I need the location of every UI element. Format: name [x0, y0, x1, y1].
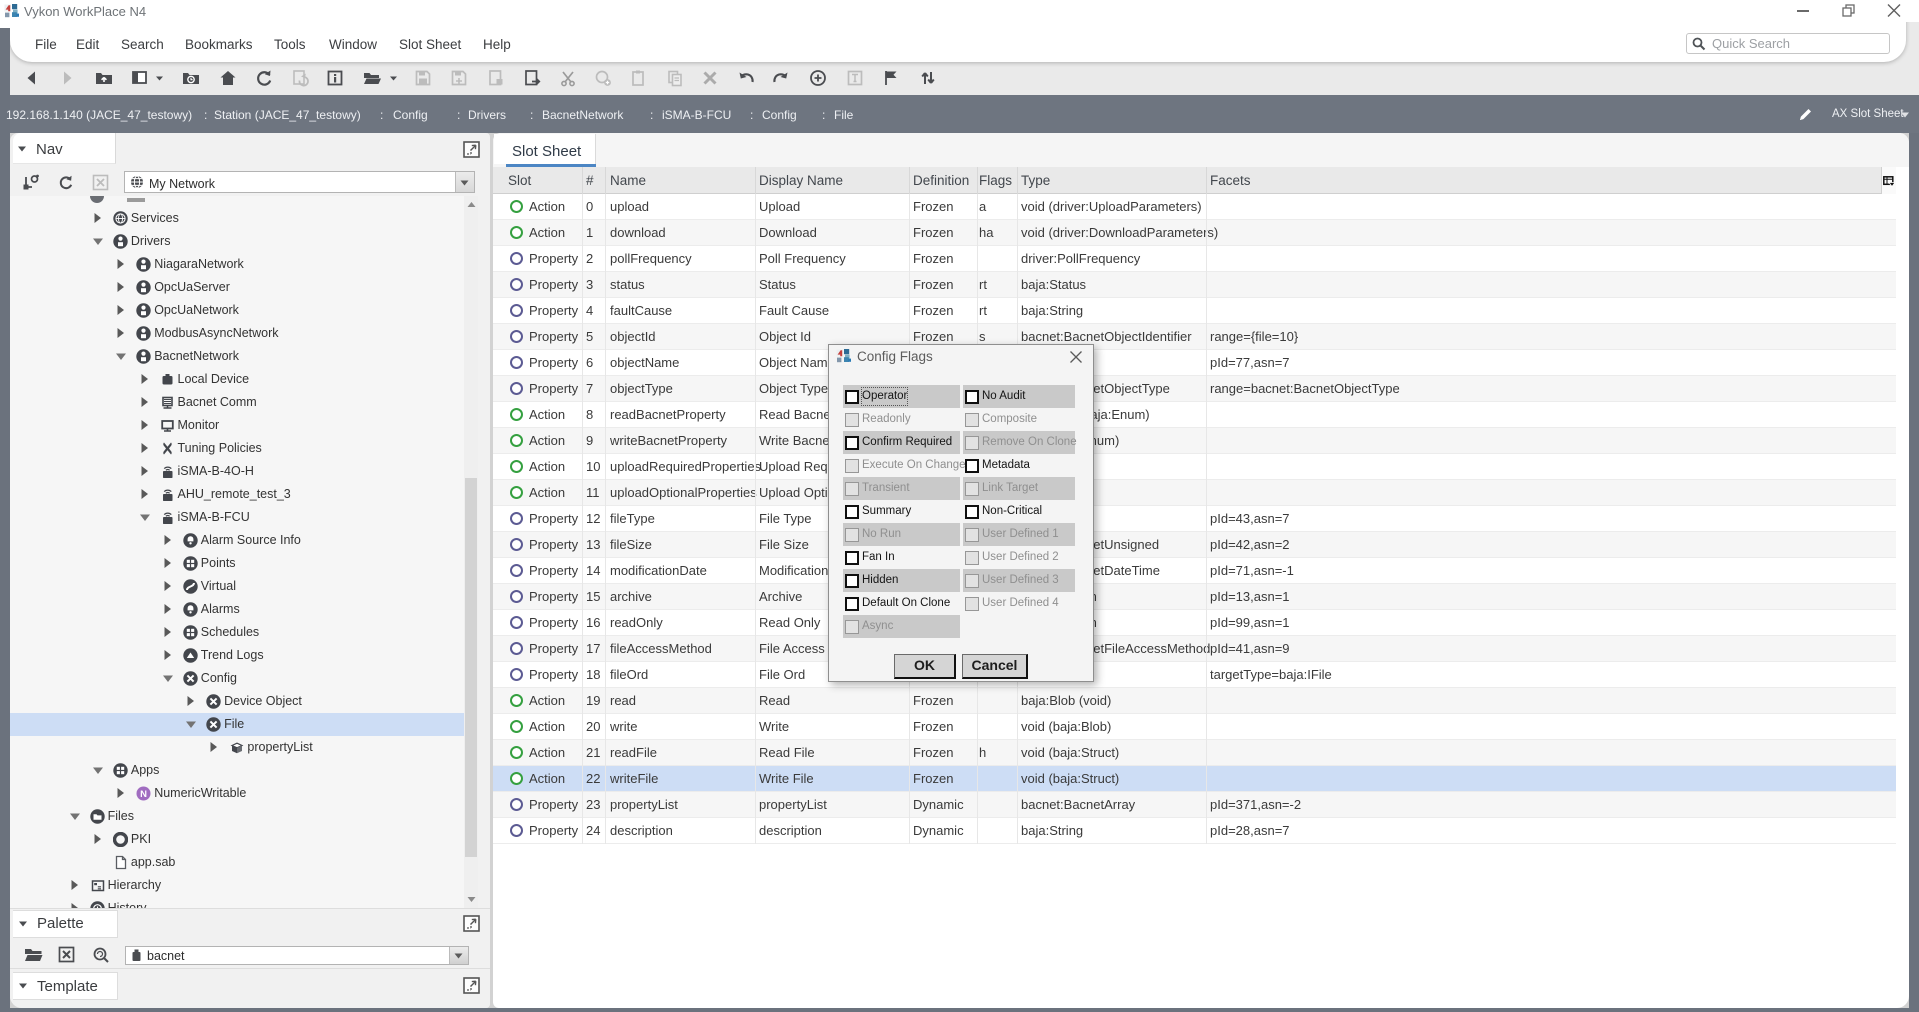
- svg-text:N: N: [140, 789, 147, 800]
